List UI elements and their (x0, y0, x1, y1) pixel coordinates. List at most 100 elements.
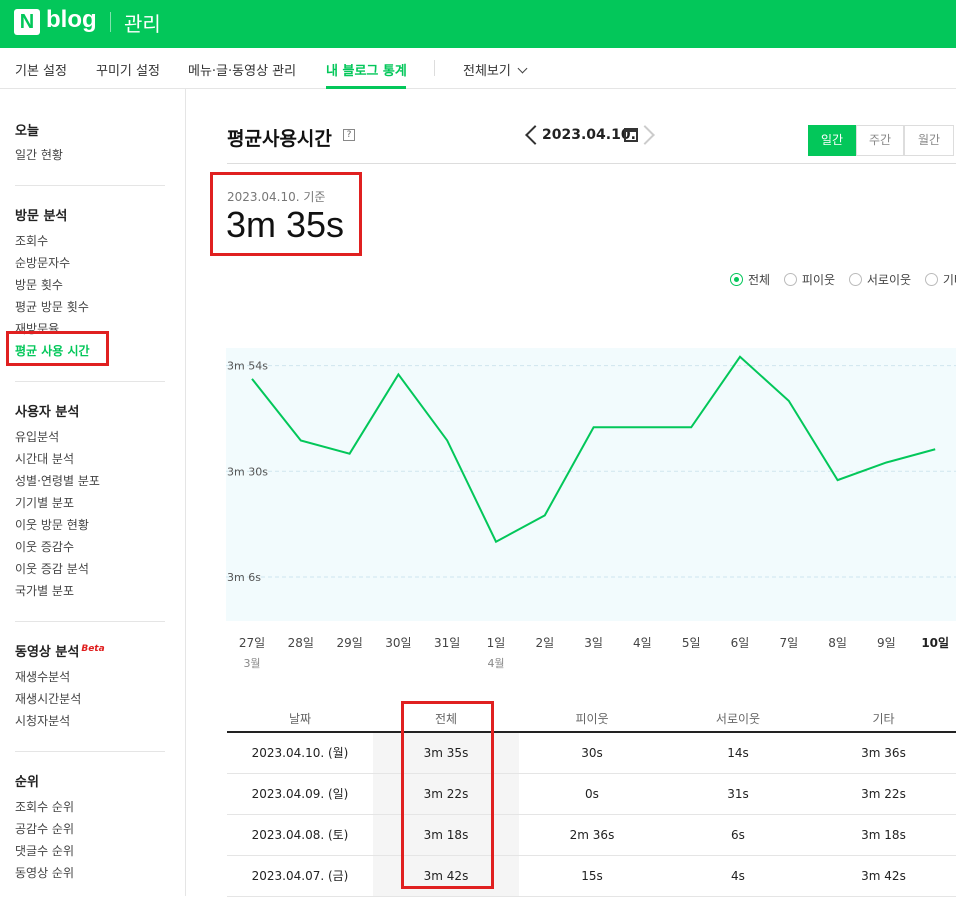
y-tick-label: 3m 30s (227, 465, 268, 478)
sidebar-item-viewers[interactable]: 시청자분석 (15, 712, 70, 729)
x-tick-label: 6일 (731, 636, 750, 650)
tab-menu-post-video[interactable]: 메뉴·글·동영상 관리 (188, 60, 296, 79)
filter-radios: 전체 피이웃 서로이웃 기타 (730, 271, 956, 288)
sidebar-item-device[interactable]: 기기별 분포 (15, 494, 74, 511)
sidebar-item-neighbor-visits[interactable]: 이웃 방문 현황 (15, 516, 89, 533)
x-tick-label: 27일 (239, 636, 265, 650)
sidebar: 오늘 일간 현황 방문 분석 조회수 순방문자수 방문 횟수 평균 방문 횟수 … (0, 89, 186, 896)
x-tick-label: 10일 (921, 636, 949, 650)
cell-neighbor: 15s (519, 855, 665, 897)
sidebar-head-rank: 순위 (15, 775, 39, 790)
cell-mutual: 4s (665, 855, 811, 897)
table-header-row: 날짜 전체 피이웃 서로이웃 기타 (227, 705, 956, 733)
top-bar: N blog 관리 (0, 0, 956, 48)
cell-mutual: 6s (665, 814, 811, 856)
x-month-label: 4월 (487, 657, 504, 670)
highlight-box-column (401, 701, 494, 889)
sidebar-item-time-slot[interactable]: 시간대 분석 (15, 450, 74, 467)
sidebar-item-video-rank[interactable]: 동영상 순위 (15, 864, 74, 881)
cell-other: 3m 36s (811, 732, 956, 774)
x-tick-label: 9일 (877, 636, 896, 650)
section-title: 관리 (124, 12, 161, 36)
tab-basic-settings[interactable]: 기본 설정 (15, 60, 67, 79)
sidebar-item-likes-rank[interactable]: 공감수 순위 (15, 820, 74, 837)
next-date-icon[interactable] (635, 125, 655, 145)
x-tick-label: 28일 (288, 636, 314, 650)
cell-other: 3m 18s (811, 814, 956, 856)
sidebar-divider (15, 381, 165, 382)
cell-neighbor: 0s (519, 773, 665, 815)
sidebar-head-video: 동영상 분석 Beta (15, 641, 105, 660)
naver-logo-icon[interactable]: N (14, 9, 40, 35)
chevron-down-icon (517, 63, 528, 74)
filter-all-label: 전체 (748, 273, 771, 287)
y-tick-label: 3m 6s (227, 571, 261, 584)
sidebar-item-country[interactable]: 국가별 분포 (15, 582, 74, 599)
x-tick-label: 5일 (682, 636, 701, 650)
sidebar-item-unique-visitors[interactable]: 순방문자수 (15, 254, 70, 271)
line-chart: 3m 54s 3m 30s 3m 6s 27일 3월 28일 29일 30일 31일 1일 4월 2… (226, 348, 956, 670)
table-row: 2023.04.08. (토) 3m 18s 2m 36s 6s 3m 18s (227, 814, 956, 856)
beta-badge: Beta (81, 644, 105, 654)
highlight-box-sidebar (6, 331, 109, 366)
x-tick-label: 4일 (633, 636, 652, 650)
x-tick-label: 3일 (584, 636, 603, 650)
table-row: 2023.04.09. (일) 3m 22s 0s 31s 3m 22s (227, 773, 956, 815)
tab-view-all[interactable]: 전체보기 (463, 60, 528, 79)
tab-bar: 기본 설정 꾸미기 설정 메뉴·글·동영상 관리 내 블로그 통계 전체보기 (0, 48, 956, 89)
logo-divider (110, 12, 111, 32)
period-monthly-button[interactable]: 월간 (904, 125, 954, 156)
col-header-other: 기타 (811, 705, 956, 733)
sidebar-item-play-count[interactable]: 재생수분석 (15, 668, 70, 685)
sidebar-item-views-rank[interactable]: 조회수 순위 (15, 798, 74, 815)
current-date: 2023.04.10. (542, 127, 636, 143)
sidebar-divider (15, 621, 165, 622)
sidebar-item-inflow[interactable]: 유입분석 (15, 428, 59, 445)
x-tick-label: 29일 (336, 636, 362, 650)
plot-area (226, 348, 956, 621)
filter-mutual-label: 서로이웃 (866, 273, 912, 287)
sidebar-item-play-time[interactable]: 재생시간분석 (15, 690, 81, 707)
tab-blog-stats[interactable]: 내 블로그 통계 (326, 60, 407, 79)
period-daily-button[interactable]: 일간 (808, 125, 856, 156)
tab-decorate-settings[interactable]: 꾸미기 설정 (96, 60, 160, 79)
highlight-box-value (210, 172, 362, 256)
x-tick-label: 31일 (434, 636, 460, 650)
filter-all[interactable]: 전체 (730, 271, 770, 288)
filter-mutual[interactable]: 서로이웃 (848, 271, 912, 288)
x-tick-label: 8일 (828, 636, 847, 650)
col-header-mutual: 서로이웃 (665, 705, 811, 733)
tab-divider (434, 60, 435, 76)
sidebar-item-daily-status[interactable]: 일간 현황 (15, 146, 63, 163)
radio-icon (783, 273, 797, 286)
sidebar-head-video-label: 동영상 분석 (15, 645, 80, 660)
stats-table: 날짜 전체 피이웃 서로이웃 기타 2023.04.10. (월) 3m 35s… (227, 705, 956, 897)
x-tick-label: 30일 (385, 636, 411, 650)
col-header-neighbor: 피이웃 (519, 705, 665, 733)
radio-icon (848, 273, 862, 286)
period-weekly-button[interactable]: 주간 (856, 125, 904, 156)
cell-mutual: 14s (665, 732, 811, 774)
tab-view-all-label: 전체보기 (463, 64, 511, 79)
sidebar-item-neighbor-change[interactable]: 이웃 증감수 (15, 538, 74, 555)
filter-neighbor[interactable]: 피이웃 (783, 271, 835, 288)
sidebar-head-today: 오늘 (15, 124, 39, 139)
cell-neighbor: 30s (519, 732, 665, 774)
cell-neighbor: 2m 36s (519, 814, 665, 856)
radio-icon (924, 273, 938, 286)
x-tick-label: 2일 (535, 636, 554, 650)
sidebar-item-comments-rank[interactable]: 댓글수 순위 (15, 842, 74, 859)
sidebar-item-gender-age[interactable]: 성별·연령별 분포 (15, 472, 100, 489)
sidebar-head-visit: 방문 분석 (15, 209, 68, 224)
filter-other[interactable]: 기타 (924, 271, 956, 288)
cell-date: 2023.04.10. (월) (227, 732, 373, 774)
cell-other: 3m 22s (811, 773, 956, 815)
blog-logo[interactable]: blog (46, 6, 97, 34)
sidebar-item-views[interactable]: 조회수 (15, 232, 48, 249)
help-icon[interactable]: ? (343, 129, 355, 141)
cell-mutual: 31s (665, 773, 811, 815)
col-header-date: 날짜 (227, 705, 373, 733)
sidebar-item-visit-count[interactable]: 방문 횟수 (15, 276, 63, 293)
sidebar-item-neighbor-analysis[interactable]: 이웃 증감 분석 (15, 560, 89, 577)
sidebar-item-avg-visits[interactable]: 평균 방문 횟수 (15, 298, 89, 315)
